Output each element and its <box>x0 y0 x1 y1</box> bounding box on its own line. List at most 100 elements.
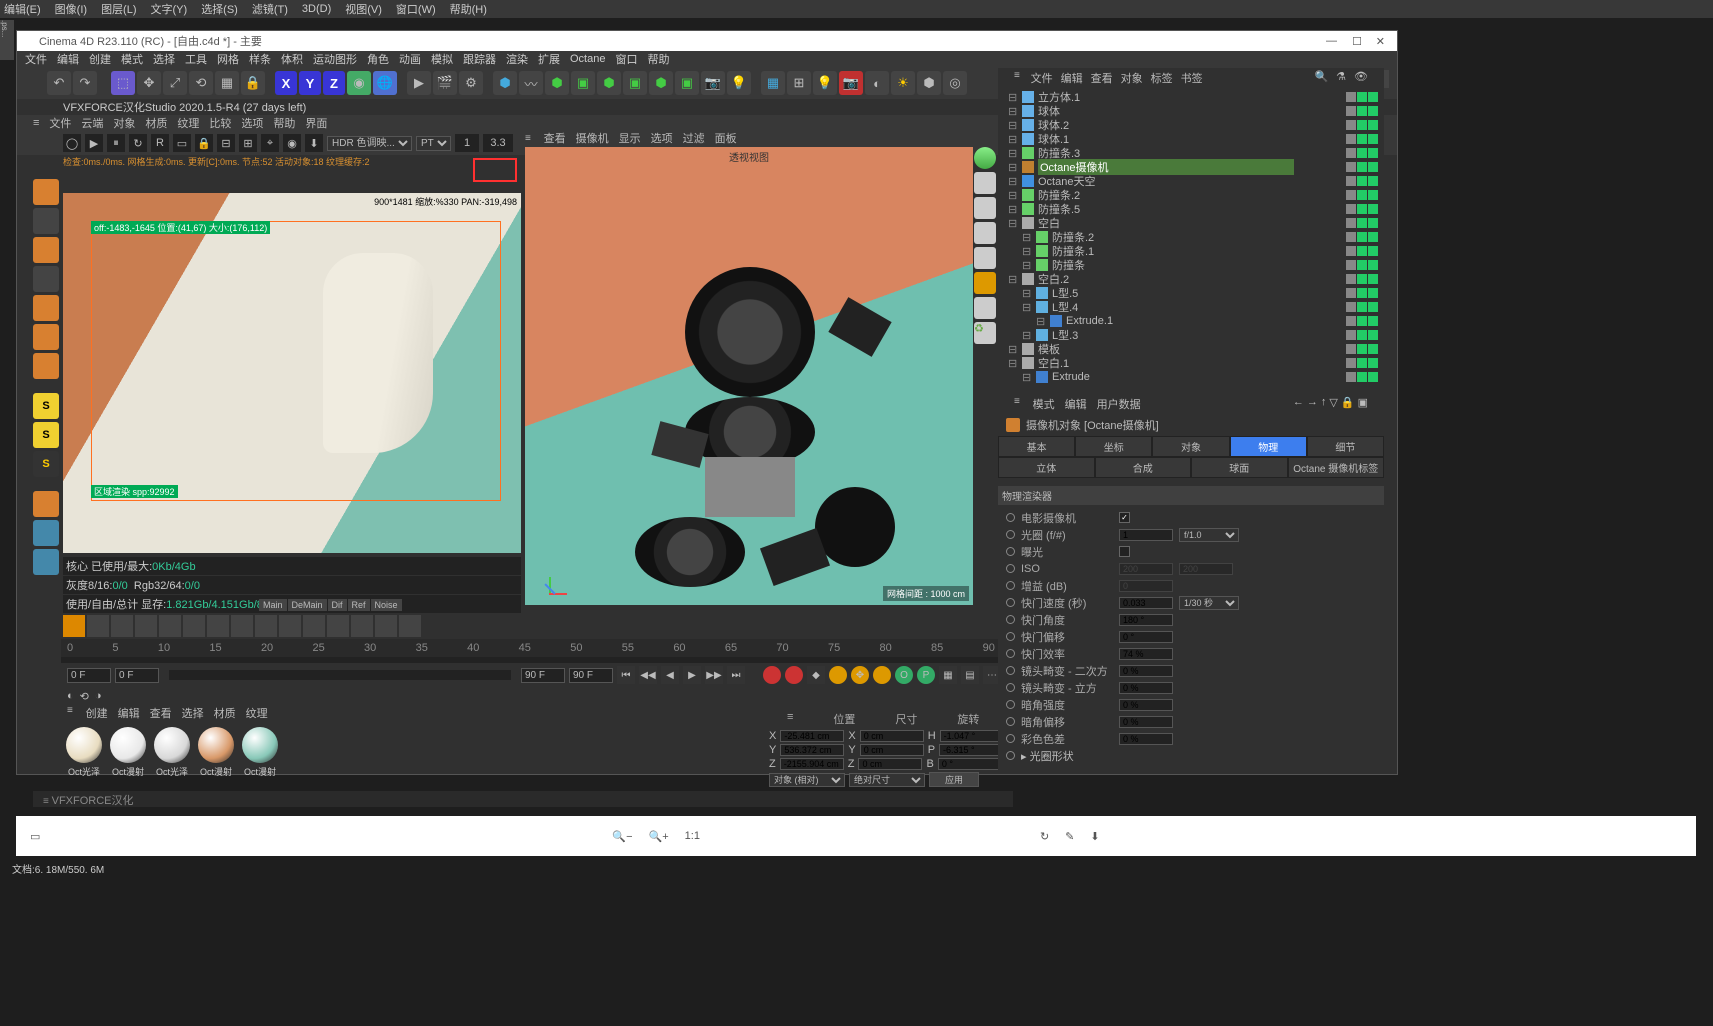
object-row[interactable]: ⊟防撞条.5 <box>1004 202 1378 216</box>
object-menu[interactable]: ≡ 文件编辑查看 对象标签书签 🔍 ⚗ 👁 <box>998 68 1384 88</box>
hdr-select[interactable]: HDR 色调映... <box>327 136 412 151</box>
rot-field[interactable] <box>940 730 1004 742</box>
oct-cam-icon[interactable]: 📷 <box>839 71 863 95</box>
attr-tab[interactable]: Octane 摄像机标签 <box>1288 457 1385 478</box>
mesh-torus-1[interactable] <box>685 267 815 397</box>
attr-tab[interactable]: 细节 <box>1307 436 1384 457</box>
object-row[interactable]: ⊟Extrude.1 <box>1004 314 1378 328</box>
render-play-icon[interactable]: ◯ <box>63 134 81 152</box>
lock-icon[interactable]: 🔒 <box>241 71 265 95</box>
material-item[interactable]: Oct光泽 <box>65 727 103 778</box>
tl-t9-icon[interactable] <box>279 615 301 637</box>
object-row[interactable]: ⊟L型.3 <box>1004 328 1378 342</box>
tl-t14-icon[interactable] <box>399 615 421 637</box>
render-pass-tabs[interactable]: MainDeMainDifRefNoise <box>259 599 402 611</box>
oct-light-icon[interactable]: ◐ <box>865 71 889 95</box>
tl-t10-icon[interactable] <box>303 615 325 637</box>
size-field[interactable] <box>860 744 924 756</box>
material-item[interactable]: Oct漫射 <box>197 727 235 778</box>
object-row[interactable]: ⊟防撞条.1 <box>1004 244 1378 258</box>
octane-render-view[interactable]: off:-1483,-1645 位置:(41,67) 大小:(176,112) … <box>63 193 521 553</box>
num2-field[interactable]: 3.3 <box>483 134 513 152</box>
key-sel-icon[interactable]: ◆ <box>807 666 825 684</box>
object-mode-icon[interactable] <box>33 237 59 263</box>
material-item[interactable]: Oct光泽 <box>153 727 191 778</box>
tl-ex2-icon[interactable]: ⟲ <box>80 690 89 703</box>
step-fwd-icon[interactable]: ▶▶ <box>705 666 723 684</box>
attr-tab[interactable]: 球面 <box>1191 457 1288 478</box>
minimize-icon[interactable]: — <box>1326 35 1337 47</box>
vp-zoom-icon[interactable] <box>974 197 996 219</box>
play-back-icon[interactable]: ◀ <box>661 666 679 684</box>
coord-mode-select[interactable]: 对象 (相对) <box>769 773 845 787</box>
volume-icon[interactable]: ▣ <box>675 71 699 95</box>
perspective-viewport[interactable]: 透视视图 网格间距 : 1000 cm <box>525 147 973 605</box>
key-r-icon[interactable] <box>873 666 891 684</box>
vp-axis-icon[interactable] <box>974 272 996 294</box>
size-field[interactable] <box>860 730 924 742</box>
edit-icon[interactable]: ✎ <box>1065 830 1074 843</box>
tl-ex1-icon[interactable]: ◐ <box>67 690 74 703</box>
attr-lock-icon[interactable]: 🔒 <box>1341 396 1355 412</box>
vp-frame-icon[interactable] <box>974 247 996 269</box>
maximize-icon[interactable]: ☐ <box>1352 35 1362 48</box>
tl-t1-icon[interactable] <box>87 615 109 637</box>
object-row[interactable]: ⊟球体 <box>1004 104 1378 118</box>
param-field[interactable] <box>1119 682 1173 694</box>
tl-t7-icon[interactable] <box>231 615 253 637</box>
attr-tabs-row1[interactable]: 基本坐标对象物理细节 <box>998 436 1384 457</box>
scale-tool-icon[interactable]: ⤢ <box>163 71 187 95</box>
y-axis-icon[interactable]: Y <box>299 71 321 95</box>
attr-tab[interactable]: 物理 <box>1230 436 1307 457</box>
oct-env-icon[interactable]: ⬢ <box>917 71 941 95</box>
host-app-menu[interactable]: 编辑(E)图像(I)图层(L) 文字(Y)选择(S)滤镜(T) 3D(D)视图(… <box>0 0 1713 18</box>
material-item[interactable]: Oct漫射 <box>109 727 147 778</box>
key-list-icon[interactable]: ▤ <box>961 666 979 684</box>
autokey-icon[interactable] <box>785 666 803 684</box>
object-row[interactable]: ⊟模板 <box>1004 342 1378 356</box>
pos-field[interactable] <box>780 730 844 742</box>
render-drop-icon[interactable]: ⬇ <box>305 134 323 152</box>
poly-mode-icon[interactable] <box>33 353 59 379</box>
param-field[interactable] <box>1119 631 1173 643</box>
region-rect[interactable] <box>91 221 501 501</box>
frame-total-field[interactable] <box>569 668 613 683</box>
apply-button[interactable]: 应用 <box>929 772 979 787</box>
grid-icon[interactable]: ▦ <box>761 71 785 95</box>
param-select[interactable]: f/1.0 <box>1179 528 1239 542</box>
tl-t11-icon[interactable] <box>327 615 349 637</box>
coord-icon[interactable]: ◉ <box>347 71 371 95</box>
axis-mode-icon[interactable] <box>33 266 59 292</box>
goto-end-icon[interactable]: ⏭ <box>727 666 745 684</box>
rot-field[interactable] <box>938 758 1002 770</box>
zoom-in-icon[interactable]: 🔍+ <box>649 830 669 843</box>
param-select[interactable]: 1/30 秒 <box>1179 596 1239 610</box>
mesh-l2[interactable] <box>760 528 830 586</box>
texture-mode-icon[interactable] <box>33 208 59 234</box>
grid2-icon[interactable] <box>33 549 59 575</box>
tl-key-icon[interactable] <box>63 615 85 637</box>
recent-tool-icon[interactable]: ▦ <box>215 71 239 95</box>
scene-icon[interactable]: ▣ <box>623 71 647 95</box>
attr-tab[interactable]: 合成 <box>1095 457 1192 478</box>
mesh-torus-3[interactable] <box>635 517 745 587</box>
object-row[interactable]: ⊟防撞条.2 <box>1004 230 1378 244</box>
vp-recycle-icon[interactable]: ♻ <box>974 322 996 344</box>
frame-cur-field[interactable] <box>115 668 159 683</box>
obj-eye-icon[interactable]: 👁 <box>1354 70 1368 86</box>
viewer-layout-icon[interactable]: ▭ <box>30 830 40 843</box>
attr-tab[interactable]: 基本 <box>998 436 1075 457</box>
vp-link-icon[interactable] <box>974 297 996 319</box>
pos-field[interactable] <box>780 758 844 770</box>
c4d-main-menu[interactable]: 文件编辑创建 模式选择工具 网格样条体积 运动图形角色动画 模拟跟踪器渲染 扩展… <box>17 51 1397 67</box>
vp-nav-icon[interactable] <box>974 147 996 169</box>
vp-rotate-icon[interactable] <box>974 222 996 244</box>
close-icon[interactable]: ✕ <box>1376 35 1385 48</box>
render-minus-icon[interactable]: ⊟ <box>217 134 235 152</box>
fit-icon[interactable]: 1:1 <box>685 830 700 843</box>
spline-icon[interactable]: 〰 <box>519 71 543 95</box>
undo-icon[interactable]: ↶ <box>47 71 71 95</box>
attr-up-icon[interactable]: ↑ <box>1321 396 1327 412</box>
render-region-icon[interactable]: ▭ <box>173 134 191 152</box>
play-fwd-icon[interactable]: ▶ <box>683 666 701 684</box>
